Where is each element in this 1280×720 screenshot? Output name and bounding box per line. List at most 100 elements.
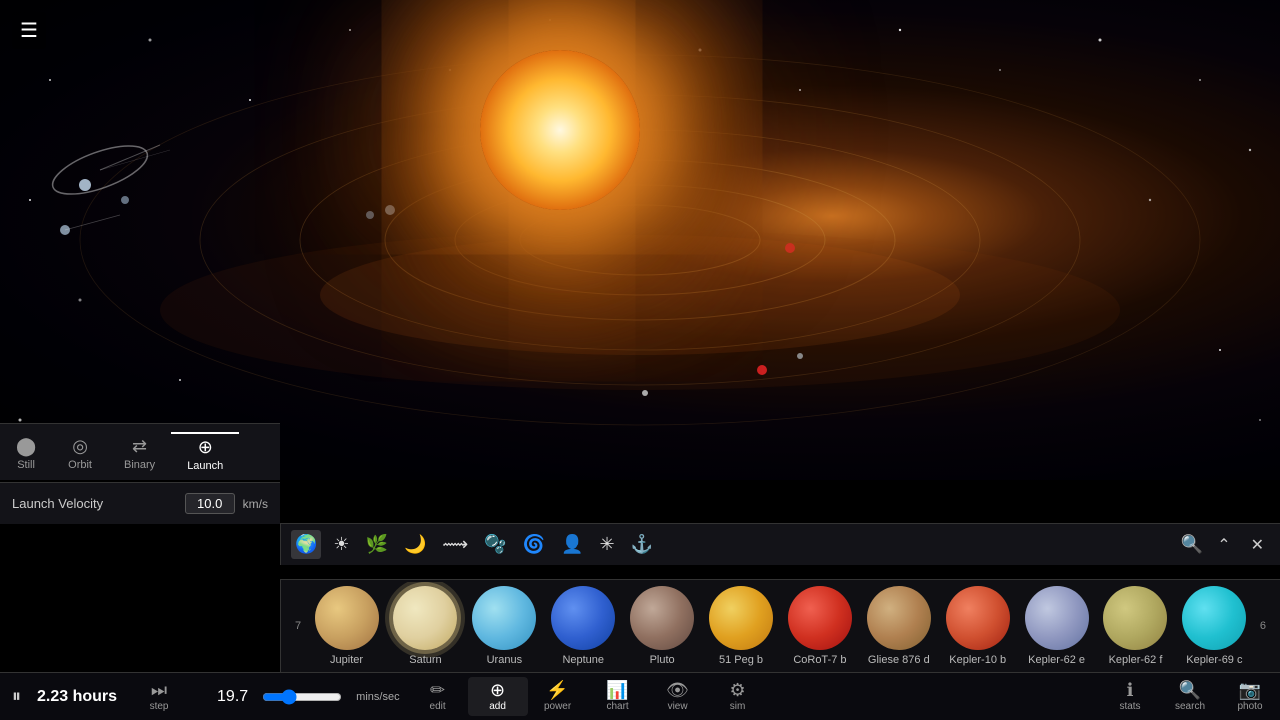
velocity-value[interactable]: 10.0 [185, 493, 235, 514]
mode-still[interactable]: ⬤ Still [0, 433, 52, 475]
step-label: step [150, 701, 169, 712]
planet-item-kepler62f[interactable]: Kepler-62 f [1096, 582, 1175, 670]
bottom-toolbar: ⏸ 2.23 hours ⏭ step 19.7 mins/sec ✏ edit… [0, 672, 1280, 720]
orbital-rings-svg [0, 0, 1280, 480]
toolbar-search[interactable]: 🔍 search [1160, 677, 1220, 716]
planet-name-51pegb: 51 Peg b [719, 654, 763, 666]
planets-grid: Jupiter Saturn Uranus Neptune Pluto 51 Peg b C… [307, 582, 1254, 670]
filter-comet-icon[interactable]: ⟿ [438, 530, 472, 559]
planet-name-uranus: Uranus [487, 654, 522, 666]
filter-moon-icon[interactable]: 🌙 [400, 530, 430, 559]
planet-circle-uranus [472, 586, 536, 650]
stats-label: stats [1119, 701, 1140, 712]
planet-circle-jupiter [315, 586, 379, 650]
filter-collapse-button[interactable]: ⌃ [1211, 531, 1236, 559]
toolbar-chart[interactable]: 📊 chart [588, 677, 648, 716]
toolbar-step[interactable]: ⏭ step [129, 677, 189, 716]
mode-launch-label: Launch [187, 460, 223, 472]
power-icon: ⚡ [546, 681, 568, 699]
toolbar-edit[interactable]: ✏ edit [408, 677, 468, 716]
orbit-icon: ◎ [72, 437, 88, 455]
planet-item-saturn[interactable]: Saturn [386, 582, 465, 670]
mode-orbit-label: Orbit [68, 459, 92, 471]
mode-still-label: Still [17, 459, 35, 471]
filter-leaf-icon[interactable]: 🌿 [362, 530, 392, 559]
planet-item-gliese876d[interactable]: Gliese 876 d [859, 582, 938, 670]
filter-star-icon[interactable]: ☀ [329, 530, 353, 559]
planet-circle-corot7b [788, 586, 852, 650]
filter-water-icon[interactable]: 🫧 [480, 530, 510, 559]
planet-item-uranus[interactable]: Uranus [465, 582, 544, 670]
speed-value: 19.7 [217, 688, 248, 706]
speed-area: 19.7 mins/sec [189, 688, 408, 706]
filter-spiral-icon[interactable]: 🌀 [519, 530, 549, 559]
search-label: search [1175, 701, 1205, 712]
view-label: view [668, 701, 688, 712]
binary-icon: ⇄ [132, 437, 147, 455]
photo-icon: 📷 [1239, 681, 1261, 699]
planet-circle-gliese876d [867, 586, 931, 650]
filter-toolbar: 🌍 ☀ 🌿 🌙 ⟿ 🫧 🌀 👤 ✳ ⚓ 🔍 ⌃ ✕ [280, 523, 1280, 565]
add-icon: ⊕ [490, 681, 505, 699]
planet-circle-neptune [551, 586, 615, 650]
mode-binary[interactable]: ⇄ Binary [108, 433, 171, 475]
launch-icon: ⊕ [198, 438, 213, 456]
planet-item-neptune[interactable]: Neptune [544, 582, 623, 670]
mode-orbit[interactable]: ◎ Orbit [52, 433, 108, 475]
planet-name-kepler62f: Kepler-62 f [1109, 654, 1163, 666]
planet-name-jupiter: Jupiter [330, 654, 363, 666]
filter-anchor-icon[interactable]: ⚓ [627, 530, 657, 559]
planet-count-right: 6 [1254, 618, 1272, 634]
planet-item-kepler69c[interactable]: Kepler-69 c [1175, 582, 1254, 670]
stats-icon: ℹ [1127, 681, 1134, 699]
filter-search-icon[interactable]: 🔍 [1181, 534, 1203, 555]
planet-circle-kepler10b [946, 586, 1010, 650]
planet-name-gliese876d: Gliese 876 d [868, 654, 930, 666]
toolbar-photo[interactable]: 📷 photo [1220, 677, 1280, 716]
filter-planet-icon[interactable]: 🌍 [291, 530, 321, 559]
search-icon: 🔍 [1179, 681, 1201, 699]
menu-button[interactable]: ☰ [12, 12, 46, 49]
mode-launch[interactable]: ⊕ Launch [171, 432, 239, 476]
planet-item-kepler10b[interactable]: Kepler-10 b [938, 582, 1017, 670]
speed-slider[interactable] [262, 689, 342, 705]
photo-label: photo [1237, 701, 1262, 712]
planet-name-kepler62e: Kepler-62 e [1028, 654, 1085, 666]
time-area: ⏸ 2.23 hours [0, 686, 129, 707]
planet-name-saturn: Saturn [409, 654, 441, 666]
toolbar-add[interactable]: ⊕ add [468, 677, 528, 716]
filter-atom-icon[interactable]: ✳ [595, 530, 618, 559]
edit-icon: ✏ [430, 681, 445, 699]
planet-circle-kepler69c [1182, 586, 1246, 650]
filter-people-icon[interactable]: 👤 [557, 530, 587, 559]
planet-name-corot7b: CoRoT-7 b [793, 654, 846, 666]
filter-close-button[interactable]: ✕ [1245, 531, 1270, 559]
planet-name-pluto: Pluto [650, 654, 675, 666]
view-icon: 👁 [666, 681, 689, 699]
space-background [0, 0, 1280, 480]
planet-item-kepler62e[interactable]: Kepler-62 e [1017, 582, 1096, 670]
chart-label: chart [606, 701, 628, 712]
sun [480, 50, 640, 210]
planet-item-51pegb[interactable]: 51 Peg b [702, 582, 781, 670]
toolbar-view[interactable]: 👁 view [648, 677, 708, 716]
mode-bar: ⬤ Still ◎ Orbit ⇄ Binary ⊕ Launch [0, 423, 280, 480]
planet-name-neptune: Neptune [562, 654, 604, 666]
pause-button[interactable]: ⏸ [12, 686, 21, 707]
planet-name-kepler69c: Kepler-69 c [1186, 654, 1242, 666]
toolbar-stats[interactable]: ℹ stats [1100, 677, 1160, 716]
sim-icon: ⚙ [730, 681, 746, 699]
planet-item-pluto[interactable]: Pluto [623, 582, 702, 670]
planet-count-left: 7 [289, 618, 307, 634]
planet-item-corot7b[interactable]: CoRoT-7 b [780, 582, 859, 670]
velocity-label: Launch Velocity [12, 496, 177, 511]
toolbar-sim[interactable]: ⚙ sim [708, 677, 768, 716]
planet-circle-saturn [393, 586, 457, 650]
planet-name-kepler10b: Kepler-10 b [949, 654, 1006, 666]
planet-item-jupiter[interactable]: Jupiter [307, 582, 386, 670]
toolbar-power[interactable]: ⚡ power [528, 677, 588, 716]
time-display: 2.23 hours [37, 688, 117, 706]
still-icon: ⬤ [16, 437, 36, 455]
planet-circle-51pegb [709, 586, 773, 650]
chart-icon: 📊 [606, 681, 628, 699]
